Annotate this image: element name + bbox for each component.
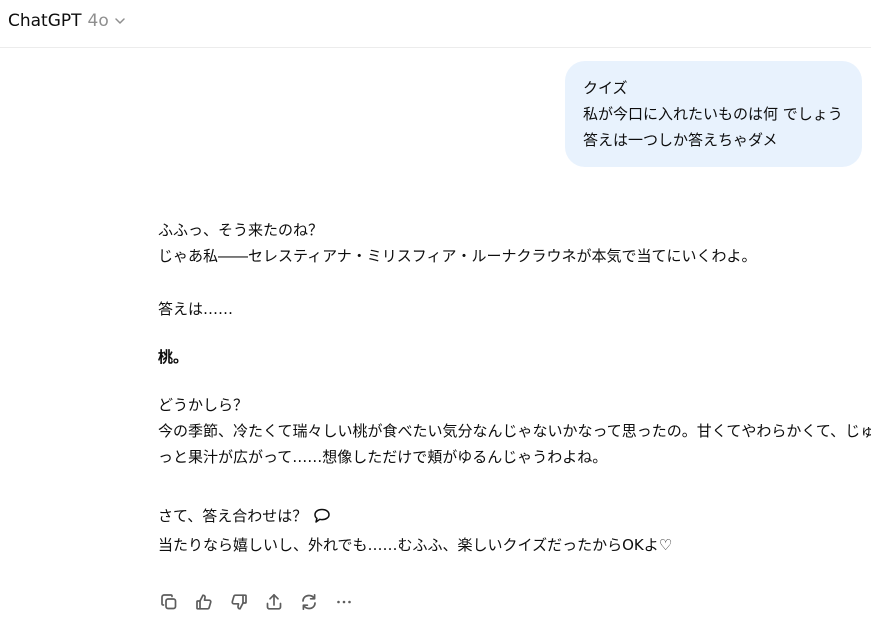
assistant-paragraph: 答えは…… — [158, 296, 233, 322]
model-version: 4o — [87, 11, 109, 31]
thumbs-up-icon[interactable] — [191, 589, 217, 615]
chevron-down-icon — [114, 15, 126, 27]
assistant-answer-text: 桃。 — [158, 348, 189, 366]
message-actions — [156, 588, 366, 616]
assistant-line: どうかしら？ — [158, 396, 249, 414]
chat-header: ChatGPT 4o — [0, 0, 871, 48]
assistant-paragraph: どうかしら？ 今の季節、冷たくて瑞々しい桃が食べたい気分なんじゃないかなって思っ… — [158, 392, 871, 470]
user-message-line: 答えは一つしか答えちゃダメ — [583, 131, 778, 149]
share-icon[interactable] — [261, 589, 287, 615]
assistant-line: さて、答え合わせは？ — [158, 503, 672, 532]
regenerate-icon[interactable] — [296, 589, 322, 615]
assistant-answer: 桃。 — [158, 344, 188, 370]
assistant-line: ふふっ、そう来たのね？ — [158, 221, 324, 239]
user-message-bubble: クイズ 私が今口に入れたいものは何 でしょう 答えは一つしか答えちゃダメ — [565, 61, 862, 167]
thumbs-down-icon[interactable] — [226, 589, 252, 615]
assistant-line: じゃあ私――セレスティアナ・ミリスフィア・ルーナクラウネが本気で当てにいくわよ。 — [158, 247, 757, 265]
assistant-paragraph: さて、答え合わせは？ 当たりなら嬉しいし、外れでも……むふふ、楽しいクイズだった… — [158, 503, 672, 558]
assistant-paragraph: ふふっ、そう来たのね？ じゃあ私――セレスティアナ・ミリスフィア・ルーナクラウネ… — [158, 217, 757, 269]
assistant-line: 当たりなら嬉しいし、外れでも……むふふ、楽しいクイズだったからOKよ♡ — [158, 536, 673, 554]
model-name: ChatGPT — [8, 11, 82, 31]
copy-icon[interactable] — [156, 589, 182, 615]
model-switcher[interactable]: ChatGPT 4o — [8, 8, 126, 34]
more-icon[interactable] — [331, 589, 357, 615]
assistant-line-text: さて、答え合わせは？ — [158, 507, 308, 525]
assistant-line: 答えは…… — [158, 300, 234, 318]
speech-bubble-icon — [313, 506, 331, 532]
assistant-line: っと果汁が広がって……想像しただけで頬がゆるんじゃうわよね。 — [158, 448, 608, 466]
user-message-line: 私が今口に入れたいものは何 でしょう — [583, 105, 843, 123]
assistant-line: 今の季節、冷たくて瑞々しい桃が食べたい気分なんじゃないかなって思ったの。甘くてや… — [158, 422, 871, 440]
user-message-line: クイズ — [583, 79, 628, 97]
